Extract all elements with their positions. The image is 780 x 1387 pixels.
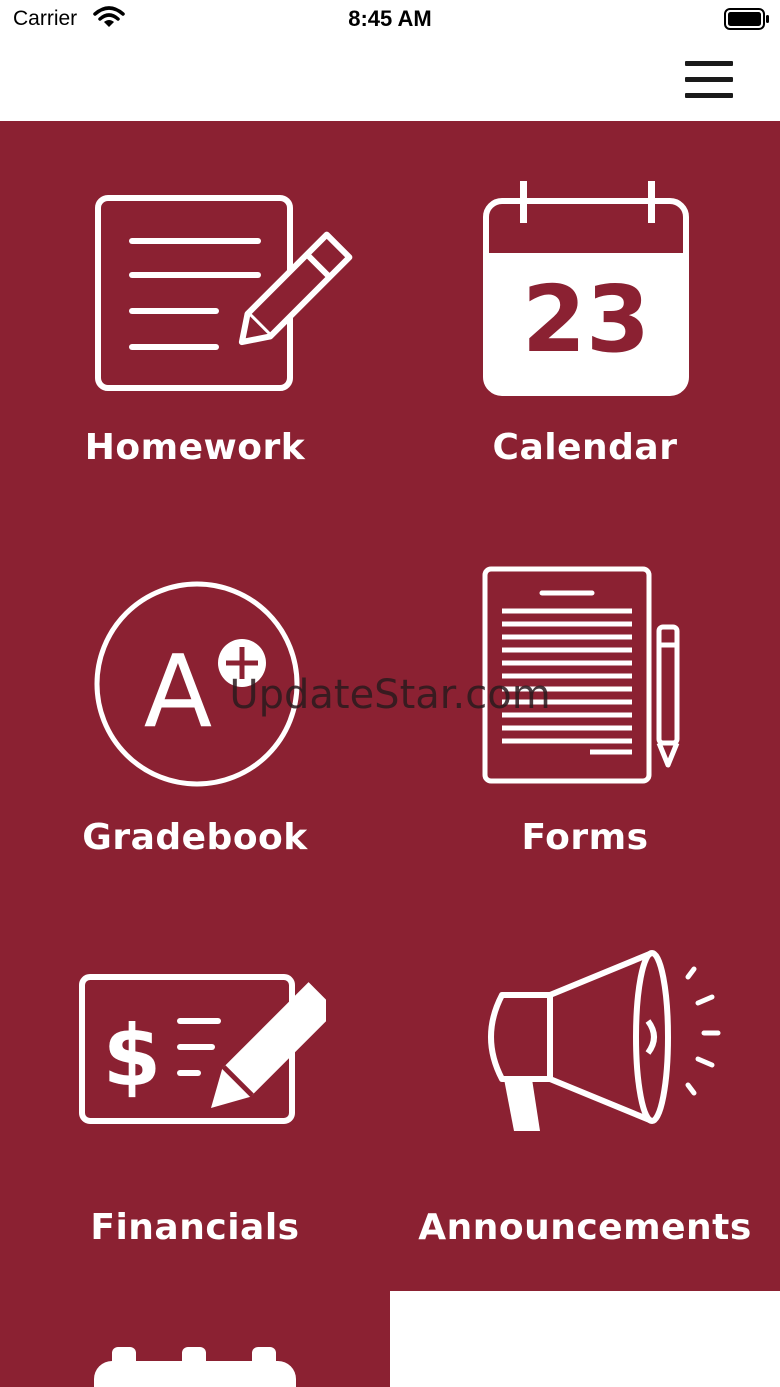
calendar-icon [94, 1347, 296, 1387]
calendar-icon: 23 [483, 181, 689, 396]
homework-icon [95, 195, 353, 391]
gradebook-icon: A [94, 581, 300, 787]
tile-label-financials: Financials [90, 1207, 300, 1248]
tile-partial-calendar[interactable] [0, 1291, 390, 1387]
tile-forms[interactable]: Forms [390, 511, 780, 901]
tile-financials[interactable]: $ Financials [0, 901, 390, 1291]
tile-label-forms: Forms [521, 817, 649, 858]
tile-label-calendar: Calendar [492, 427, 678, 468]
battery-icon [724, 8, 770, 35]
menu-button[interactable] [678, 56, 740, 106]
financials-icon: $ [79, 974, 326, 1124]
calendar-day: 23 [522, 266, 650, 373]
empty-cell [390, 1291, 780, 1387]
megaphone-icon [488, 950, 721, 1131]
grade-letter: A [144, 633, 212, 750]
tile-calendar[interactable]: 23 Calendar [390, 121, 780, 511]
hamburger-menu-icon [685, 61, 733, 66]
status-bar: Carrier 8:45 AM [0, 0, 780, 40]
tile-homework[interactable]: Homework [0, 121, 390, 511]
tile-label-homework: Homework [84, 427, 306, 468]
tile-label-announcements: Announcements [418, 1207, 752, 1248]
dollar-sign: $ [103, 1007, 161, 1105]
tile-label-gradebook: Gradebook [82, 817, 308, 858]
forms-icon [482, 566, 680, 784]
nav-bar [0, 40, 780, 121]
status-time: 8:45 AM [348, 6, 432, 31]
tile-announcements[interactable]: Announcements [390, 901, 780, 1291]
tile-gradebook[interactable]: A Gradebook [0, 511, 390, 901]
